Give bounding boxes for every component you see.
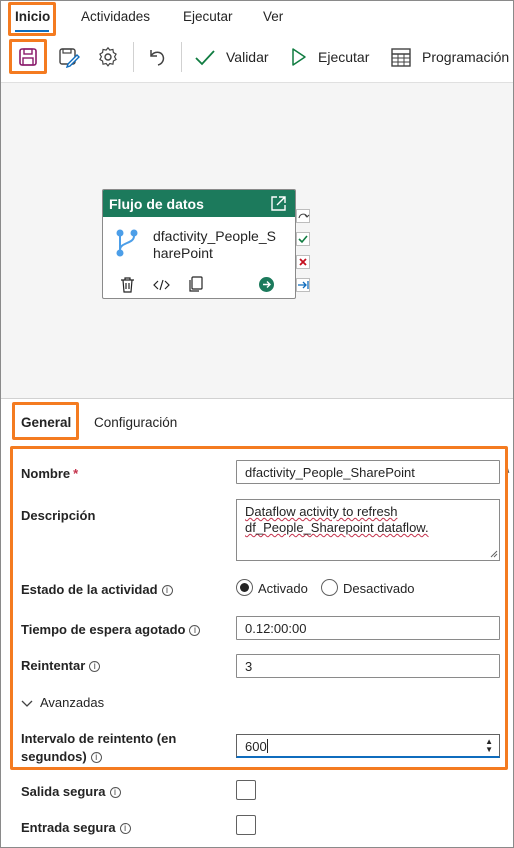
- activity-name: dfactivity_People_SharePoint: [153, 228, 276, 261]
- run-label: Ejecutar: [318, 49, 370, 65]
- active-tab-indicator: [15, 30, 49, 32]
- timeout-input[interactable]: 0.12:00:00: [236, 616, 500, 640]
- validate-button[interactable]: Validar: [194, 40, 269, 74]
- info-icon: i: [161, 585, 173, 596]
- activity-header: Flujo de datos: [103, 190, 295, 217]
- resize-grip-icon[interactable]: [490, 550, 498, 558]
- toolbar-separator: [133, 42, 134, 72]
- delete-icon[interactable]: [120, 277, 135, 293]
- name-overflow-indicator: \: [506, 462, 510, 476]
- menu-inicio[interactable]: Inicio: [15, 9, 50, 24]
- info-icon: i: [90, 752, 102, 763]
- status-deactivated-radio[interactable]: [321, 579, 338, 596]
- arrow-right-icon[interactable]: [259, 277, 274, 292]
- code-icon[interactable]: [153, 279, 170, 291]
- status-activated-radio[interactable]: [236, 579, 253, 596]
- tab-configuracion[interactable]: Configuración: [94, 415, 177, 430]
- save-icon: [19, 48, 37, 66]
- menu-ejecutar[interactable]: Ejecutar: [183, 9, 233, 24]
- secure-input-checkbox[interactable]: [236, 815, 256, 835]
- name-label: Nombre *: [21, 466, 79, 481]
- toolbar-separator: [181, 42, 182, 72]
- tab-general[interactable]: General: [21, 415, 71, 430]
- advanced-toggle[interactable]: Avanzadas: [21, 695, 104, 710]
- name-input[interactable]: dfactivity_People_SharePoint: [236, 460, 500, 484]
- activity-type-label: Flujo de datos: [109, 196, 204, 212]
- undo-icon: [150, 50, 165, 66]
- dataflow-icon: [116, 229, 138, 257]
- save-button[interactable]: [17, 40, 39, 74]
- external-link-icon[interactable]: [270, 195, 287, 212]
- info-icon: i: [189, 625, 201, 636]
- fail-connector-icon[interactable]: [296, 255, 310, 269]
- menu-ver[interactable]: Ver: [263, 9, 283, 24]
- validate-label: Validar: [226, 49, 269, 65]
- schedule-label: Programación: [422, 49, 510, 65]
- save-as-button[interactable]: [58, 40, 80, 74]
- info-icon: i: [119, 823, 131, 834]
- settings-button[interactable]: [97, 40, 119, 74]
- info-icon: i: [89, 661, 101, 672]
- calendar-icon: [391, 48, 411, 67]
- run-button[interactable]: Ejecutar: [290, 40, 369, 74]
- status-deactivated-label: Desactivado: [343, 581, 415, 596]
- completion-connector-icon[interactable]: [296, 278, 310, 292]
- description-value: Dataflow activity to refresh df_People_S…: [245, 504, 429, 535]
- checkmark-icon: [195, 50, 215, 66]
- description-textarea[interactable]: Dataflow activity to refresh df_People_S…: [236, 499, 500, 561]
- description-label: Descripción: [21, 508, 96, 523]
- schedule-button[interactable]: Programación: [390, 40, 509, 74]
- success-connector-icon[interactable]: [296, 232, 310, 246]
- status-label: Estado de la actividad i: [21, 582, 173, 597]
- secure-output-label: Salida segura i: [21, 784, 121, 799]
- advanced-label: Avanzadas: [40, 695, 105, 710]
- chevron-down-icon: [21, 700, 33, 707]
- panel-divider: [1, 398, 513, 399]
- retry-input[interactable]: 3: [236, 654, 500, 678]
- secure-input-label: Entrada segura i: [21, 820, 131, 835]
- dataflow-activity-card[interactable]: Flujo de datos dfactivity_People_SharePo…: [102, 189, 296, 299]
- retry-interval-label: Intervalo de reintento (en segundos) i: [21, 731, 177, 764]
- retry-interval-stepper[interactable]: 600 ▲ ▼: [236, 734, 500, 758]
- info-icon: i: [109, 787, 121, 798]
- play-icon: [292, 48, 306, 66]
- gear-icon: [99, 46, 117, 67]
- skip-connector-icon[interactable]: [296, 209, 310, 223]
- menu-actividades[interactable]: Actividades: [81, 9, 150, 24]
- status-activated-label: Activado: [258, 581, 308, 596]
- retry-label: Reintentar i: [21, 658, 101, 673]
- stepper-arrows-icon[interactable]: ▲ ▼: [485, 738, 493, 754]
- undo-button[interactable]: [146, 40, 168, 74]
- timeout-label: Tiempo de espera agotado i: [21, 622, 201, 637]
- retry-interval-value: 600: [245, 739, 267, 754]
- save-as-icon: [59, 48, 80, 68]
- copy-icon[interactable]: [188, 276, 203, 292]
- secure-output-checkbox[interactable]: [236, 780, 256, 800]
